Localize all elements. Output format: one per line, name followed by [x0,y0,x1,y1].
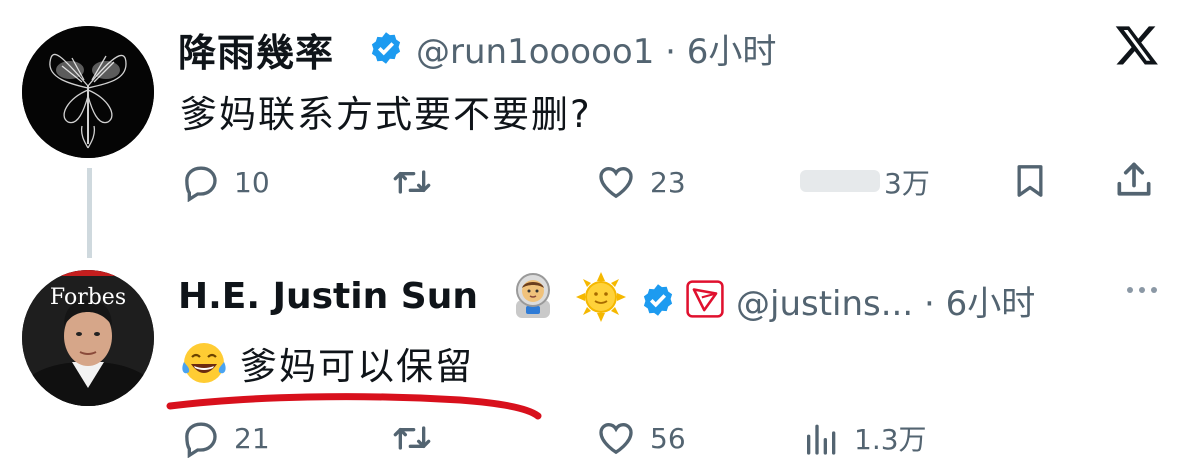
tweet2-like-button[interactable]: 56 [594,418,686,458]
views-icon [807,424,836,455]
verified-icon [643,284,673,316]
reply-icon [185,166,217,202]
tweet2-views-button[interactable]: 1.3万 [802,418,927,458]
x-logo-icon[interactable] [1114,22,1160,68]
sun-emoji [576,272,626,322]
tweet2-meta: @justins... · 6小时 [736,276,1035,325]
share-icon [1117,162,1151,196]
butterfly-avatar-image [22,26,154,158]
reply-icon [185,422,217,458]
tweet2-text: 爹妈可以保留 [240,345,474,388]
tweet1-bookmark-button[interactable] [1010,160,1050,202]
tweet2-reply-button[interactable]: 21 [180,418,270,458]
tweet1-author-name[interactable]: 降雨幾率 [178,22,334,77]
more-icon[interactable] [1124,282,1160,298]
tweet1-views-button[interactable]: 3万 [800,162,930,202]
tweet1-time[interactable]: 6小时 [687,32,777,72]
tweet1-text: 爹妈联系方式要不要删? [180,93,592,136]
tweet1-reply-button[interactable]: 10 [180,162,270,202]
retweet-icon [393,170,431,194]
retweet-icon [393,426,431,450]
tweet2-views-count: 1.3万 [854,423,927,456]
tweet2-like-count: 56 [650,421,686,455]
tweet2-time[interactable]: 6小时 [946,284,1036,324]
avatar-user1[interactable] [22,26,154,158]
tweet1-reply-count: 10 [234,165,270,199]
astronaut-emoji [516,273,550,318]
tweet2-reply-count: 21 [234,421,270,455]
avatar-user2[interactable]: Forbes [22,270,154,406]
tweet1-handle[interactable]: @run1ooooo1 [416,32,654,72]
like-icon [599,166,633,199]
views-blurred-icon [800,170,880,192]
tron-icon[interactable] [686,280,724,318]
tweet1-like-button[interactable]: 23 [594,162,686,202]
laughing-emoji [182,343,226,383]
tweet1-separator: · [665,32,676,72]
tweet2-author-name[interactable]: H.E. Justin Sun [178,276,478,317]
tweet1-share-button[interactable] [1112,158,1156,202]
forbes-cover-avatar-image: Forbes [22,270,154,406]
tweet2-separator: · [923,284,935,324]
verified-icon [371,32,401,64]
tweet1-retweet-button[interactable] [388,162,436,202]
forbes-avatar-text: Forbes [50,285,126,310]
like-icon [599,422,633,455]
thread-connector [87,168,92,258]
tweet1-meta: @run1ooooo1 · 6小时 [416,24,776,73]
tweet2-retweet-button[interactable] [388,418,436,458]
tweet1-views-count: 3万 [884,167,930,200]
tweet1-like-count: 23 [650,165,686,199]
bookmark-icon [1017,165,1043,197]
tweet2-handle[interactable]: @justins... [736,284,913,324]
